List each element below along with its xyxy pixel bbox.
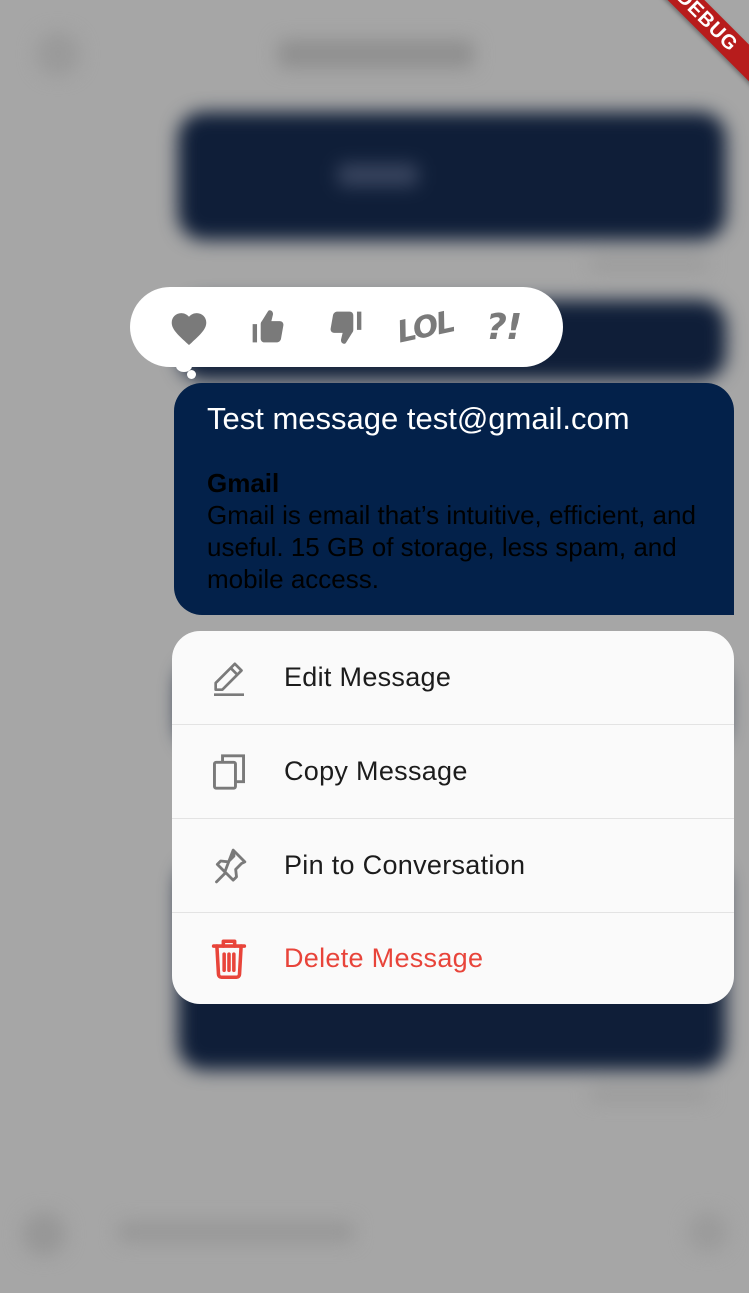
reaction-bar-tail <box>187 370 196 379</box>
pin-conversation-button[interactable]: Pin to Conversation <box>172 819 734 913</box>
link-preview-description: Gmail is email that’s intuitive, efficie… <box>207 500 696 594</box>
thumbs-down-icon <box>328 308 364 346</box>
reaction-lol[interactable]: LOL <box>393 297 457 357</box>
message-input-blurred <box>118 1222 354 1242</box>
reaction-bar: LOL ?! <box>130 287 563 367</box>
copy-message-label: Copy Message <box>284 756 468 786</box>
attach-button-blurred <box>22 1212 66 1256</box>
app-title-blurred <box>278 40 474 68</box>
pin-conversation-label: Pin to Conversation <box>284 850 526 880</box>
send-button-blurred <box>688 1212 728 1252</box>
bg-timestamp <box>590 258 708 270</box>
message-text: Test message test@gmail.com <box>207 401 630 436</box>
selected-message-bubble[interactable]: Test message test@gmail.com Gmail Gmail … <box>174 383 734 615</box>
reaction-question-exclaim[interactable]: ?! <box>474 297 534 357</box>
reaction-thumbs-down[interactable] <box>316 297 376 357</box>
delete-message-label: Delete Message <box>284 943 484 973</box>
bg-message-bubble <box>178 112 726 240</box>
pencil-icon <box>204 653 254 703</box>
copy-message-button[interactable]: Copy Message <box>172 725 734 819</box>
bg-timestamp <box>590 1088 708 1100</box>
heart-icon <box>168 308 210 346</box>
trash-icon <box>204 934 254 984</box>
copy-icon <box>204 747 254 797</box>
lol-text-icon: LOL <box>393 303 457 351</box>
edit-message-label: Edit Message <box>284 662 452 692</box>
pin-icon <box>204 841 254 891</box>
back-button-blurred <box>36 32 80 76</box>
reaction-thumbs-up[interactable] <box>238 297 298 357</box>
edit-message-button[interactable]: Edit Message <box>172 631 734 725</box>
link-preview[interactable]: Gmail Gmail is email that’s intuitive, e… <box>207 467 700 595</box>
question-exclaim-icon: ?! <box>486 306 522 348</box>
message-context-menu: Edit Message Copy Message Pin to Convers… <box>172 631 734 1004</box>
delete-message-button[interactable]: Delete Message <box>172 913 734 1004</box>
link-preview-title: Gmail <box>207 468 280 498</box>
thumbs-up-icon <box>250 308 286 346</box>
reaction-heart[interactable] <box>159 297 219 357</box>
